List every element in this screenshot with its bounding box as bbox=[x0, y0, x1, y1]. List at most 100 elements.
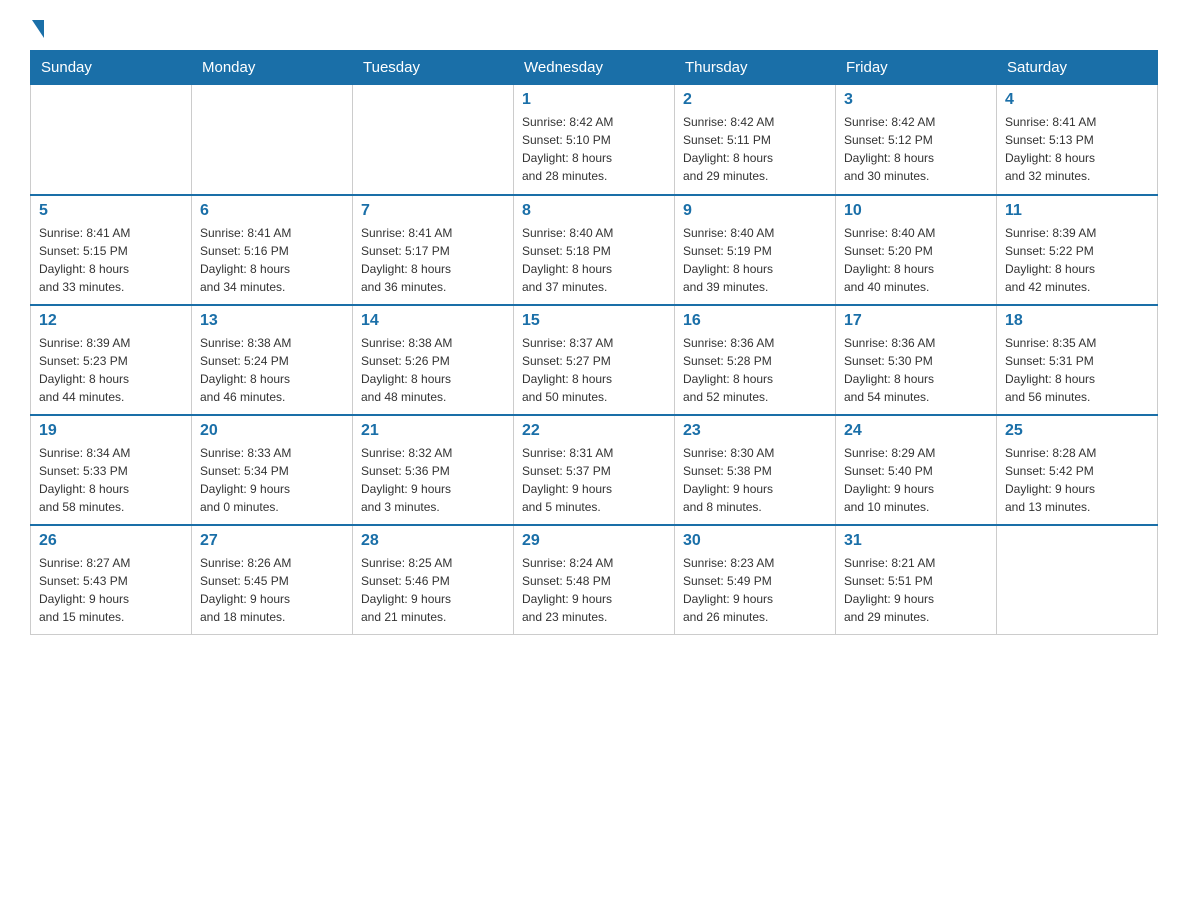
day-number: 1 bbox=[522, 91, 666, 109]
day-number: 29 bbox=[522, 532, 666, 550]
day-info: Sunrise: 8:40 AM Sunset: 5:20 PM Dayligh… bbox=[844, 224, 988, 296]
day-number: 23 bbox=[683, 422, 827, 440]
calendar-week-row: 19 Sunrise: 8:34 AM Sunset: 5:33 PM Dayli… bbox=[31, 415, 1158, 525]
calendar-cell: 29Sunrise: 8:24 AM Sunset: 5:48 PM Dayli… bbox=[514, 525, 675, 635]
day-info: Sunrise: 8:41 AM Sunset: 5:15 PM Dayligh… bbox=[39, 224, 183, 296]
day-info: Sunrise: 8:40 AM Sunset: 5:19 PM Dayligh… bbox=[683, 224, 827, 296]
calendar-cell: 12Sunrise: 8:39 AM Sunset: 5:23 PM Dayli… bbox=[31, 305, 192, 415]
day-number: 11 bbox=[1005, 202, 1149, 220]
day-number: 16 bbox=[683, 312, 827, 330]
weekday-header-friday: Friday bbox=[836, 51, 997, 85]
day-number: 6 bbox=[200, 202, 344, 220]
day-number: 18 bbox=[1005, 312, 1149, 330]
calendar-cell: 30 Sunrise: 8:23 AM Sunset: 5:49 PM Dayli… bbox=[675, 525, 836, 635]
weekday-header-tuesday: Tuesday bbox=[353, 51, 514, 85]
calendar-cell: 14 Sunrise: 8:38 AM Sunset: 5:26 PM Dayli… bbox=[353, 305, 514, 415]
calendar-cell: 19 Sunrise: 8:34 AM Sunset: 5:33 PM Dayli… bbox=[31, 415, 192, 525]
calendar-cell: 7 Sunrise: 8:41 AM Sunset: 5:17 PM Daylig… bbox=[353, 195, 514, 305]
calendar-cell: 21Sunrise: 8:32 AM Sunset: 5:36 PM Dayli… bbox=[353, 415, 514, 525]
calendar-cell: 9 Sunrise: 8:40 AM Sunset: 5:19 PM Daylig… bbox=[675, 195, 836, 305]
calendar-cell: 26 Sunrise: 8:27 AM Sunset: 5:43 PM Dayli… bbox=[31, 525, 192, 635]
day-number: 19 bbox=[39, 422, 183, 440]
day-info: Sunrise: 8:34 AM Sunset: 5:33 PM Dayligh… bbox=[39, 444, 183, 516]
weekday-header-wednesday: Wednesday bbox=[514, 51, 675, 85]
day-info: Sunrise: 8:42 AM Sunset: 5:10 PM Dayligh… bbox=[522, 113, 666, 185]
calendar-cell: 13 Sunrise: 8:38 AM Sunset: 5:24 PM Dayli… bbox=[192, 305, 353, 415]
calendar-cell: 8Sunrise: 8:40 AM Sunset: 5:18 PM Daylig… bbox=[514, 195, 675, 305]
day-number: 28 bbox=[361, 532, 505, 550]
calendar-cell: 16 Sunrise: 8:36 AM Sunset: 5:28 PM Dayli… bbox=[675, 305, 836, 415]
day-number: 15 bbox=[522, 312, 666, 330]
day-number: 13 bbox=[200, 312, 344, 330]
day-info: Sunrise: 8:29 AM Sunset: 5:40 PM Dayligh… bbox=[844, 444, 988, 516]
day-info: Sunrise: 8:37 AM Sunset: 5:27 PM Dayligh… bbox=[522, 334, 666, 406]
day-number: 25 bbox=[1005, 422, 1149, 440]
day-number: 3 bbox=[844, 91, 988, 109]
calendar-cell: 31 Sunrise: 8:21 AM Sunset: 5:51 PM Dayli… bbox=[836, 525, 997, 635]
day-number: 9 bbox=[683, 202, 827, 220]
day-info: Sunrise: 8:26 AM Sunset: 5:45 PM Dayligh… bbox=[200, 554, 344, 626]
calendar-cell: 15 Sunrise: 8:37 AM Sunset: 5:27 PM Dayli… bbox=[514, 305, 675, 415]
day-number: 20 bbox=[200, 422, 344, 440]
day-number: 14 bbox=[361, 312, 505, 330]
calendar-cell: 27 Sunrise: 8:26 AM Sunset: 5:45 PM Dayli… bbox=[192, 525, 353, 635]
day-info: Sunrise: 8:36 AM Sunset: 5:28 PM Dayligh… bbox=[683, 334, 827, 406]
weekday-header-saturday: Saturday bbox=[997, 51, 1158, 85]
weekday-header-sunday: Sunday bbox=[31, 51, 192, 85]
day-number: 7 bbox=[361, 202, 505, 220]
page-header bbox=[30, 20, 1158, 40]
weekday-header-thursday: Thursday bbox=[675, 51, 836, 85]
logo-triangle-icon bbox=[32, 20, 44, 38]
calendar-week-row: 5 Sunrise: 8:41 AM Sunset: 5:15 PM Daylig… bbox=[31, 195, 1158, 305]
day-info: Sunrise: 8:23 AM Sunset: 5:49 PM Dayligh… bbox=[683, 554, 827, 626]
calendar-cell: 20 Sunrise: 8:33 AM Sunset: 5:34 PM Dayli… bbox=[192, 415, 353, 525]
weekday-header-monday: Monday bbox=[192, 51, 353, 85]
calendar-cell: 5 Sunrise: 8:41 AM Sunset: 5:15 PM Daylig… bbox=[31, 195, 192, 305]
day-number: 31 bbox=[844, 532, 988, 550]
day-info: Sunrise: 8:28 AM Sunset: 5:42 PM Dayligh… bbox=[1005, 444, 1149, 516]
day-number: 26 bbox=[39, 532, 183, 550]
day-info: Sunrise: 8:41 AM Sunset: 5:17 PM Dayligh… bbox=[361, 224, 505, 296]
day-number: 24 bbox=[844, 422, 988, 440]
day-number: 12 bbox=[39, 312, 183, 330]
day-info: Sunrise: 8:42 AM Sunset: 5:11 PM Dayligh… bbox=[683, 113, 827, 185]
calendar-cell: 11 Sunrise: 8:39 AM Sunset: 5:22 PM Dayli… bbox=[997, 195, 1158, 305]
calendar-cell bbox=[353, 85, 514, 195]
day-info: Sunrise: 8:42 AM Sunset: 5:12 PM Dayligh… bbox=[844, 113, 988, 185]
day-info: Sunrise: 8:27 AM Sunset: 5:43 PM Dayligh… bbox=[39, 554, 183, 626]
calendar-cell: 18 Sunrise: 8:35 AM Sunset: 5:31 PM Dayli… bbox=[997, 305, 1158, 415]
day-info: Sunrise: 8:31 AM Sunset: 5:37 PM Dayligh… bbox=[522, 444, 666, 516]
calendar-cell: 28 Sunrise: 8:25 AM Sunset: 5:46 PM Dayli… bbox=[353, 525, 514, 635]
logo bbox=[30, 20, 44, 40]
calendar-cell: 6 Sunrise: 8:41 AM Sunset: 5:16 PM Daylig… bbox=[192, 195, 353, 305]
day-number: 2 bbox=[683, 91, 827, 109]
day-number: 5 bbox=[39, 202, 183, 220]
weekday-header-row: SundayMondayTuesdayWednesdayThursdayFrid… bbox=[31, 51, 1158, 85]
day-number: 17 bbox=[844, 312, 988, 330]
day-info: Sunrise: 8:35 AM Sunset: 5:31 PM Dayligh… bbox=[1005, 334, 1149, 406]
day-number: 4 bbox=[1005, 91, 1149, 109]
calendar-cell: 23Sunrise: 8:30 AM Sunset: 5:38 PM Dayli… bbox=[675, 415, 836, 525]
day-number: 10 bbox=[844, 202, 988, 220]
calendar-table: SundayMondayTuesdayWednesdayThursdayFrid… bbox=[30, 50, 1158, 635]
day-info: Sunrise: 8:36 AM Sunset: 5:30 PM Dayligh… bbox=[844, 334, 988, 406]
day-number: 27 bbox=[200, 532, 344, 550]
calendar-week-row: 12Sunrise: 8:39 AM Sunset: 5:23 PM Dayli… bbox=[31, 305, 1158, 415]
day-info: Sunrise: 8:39 AM Sunset: 5:22 PM Dayligh… bbox=[1005, 224, 1149, 296]
day-number: 30 bbox=[683, 532, 827, 550]
calendar-week-row: 26 Sunrise: 8:27 AM Sunset: 5:43 PM Dayli… bbox=[31, 525, 1158, 635]
day-info: Sunrise: 8:41 AM Sunset: 5:16 PM Dayligh… bbox=[200, 224, 344, 296]
calendar-cell bbox=[997, 525, 1158, 635]
calendar-cell: 10 Sunrise: 8:40 AM Sunset: 5:20 PM Dayli… bbox=[836, 195, 997, 305]
day-info: Sunrise: 8:33 AM Sunset: 5:34 PM Dayligh… bbox=[200, 444, 344, 516]
day-info: Sunrise: 8:21 AM Sunset: 5:51 PM Dayligh… bbox=[844, 554, 988, 626]
calendar-cell: 3 Sunrise: 8:42 AM Sunset: 5:12 PM Daylig… bbox=[836, 85, 997, 195]
day-info: Sunrise: 8:40 AM Sunset: 5:18 PM Dayligh… bbox=[522, 224, 666, 296]
day-info: Sunrise: 8:41 AM Sunset: 5:13 PM Dayligh… bbox=[1005, 113, 1149, 185]
day-info: Sunrise: 8:38 AM Sunset: 5:26 PM Dayligh… bbox=[361, 334, 505, 406]
day-info: Sunrise: 8:25 AM Sunset: 5:46 PM Dayligh… bbox=[361, 554, 505, 626]
calendar-cell: 1 Sunrise: 8:42 AM Sunset: 5:10 PM Daylig… bbox=[514, 85, 675, 195]
day-number: 22 bbox=[522, 422, 666, 440]
day-info: Sunrise: 8:38 AM Sunset: 5:24 PM Dayligh… bbox=[200, 334, 344, 406]
calendar-cell: 22 Sunrise: 8:31 AM Sunset: 5:37 PM Dayli… bbox=[514, 415, 675, 525]
